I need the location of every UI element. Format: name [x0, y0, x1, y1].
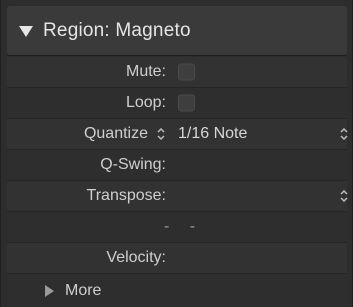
empty-value: - - — [164, 218, 204, 235]
triangle-down-icon[interactable] — [19, 25, 33, 37]
region-inspector: Region: Magneto Mute: Loop: Quantize 1/1… — [0, 0, 353, 307]
mute-row: Mute: — [7, 57, 347, 88]
more-row[interactable]: More — [7, 274, 347, 307]
transpose-popup-icon[interactable] — [339, 188, 349, 204]
loop-label: Loop: — [125, 94, 166, 111]
triangle-right-icon[interactable] — [45, 284, 54, 297]
velocity-label: Velocity: — [106, 249, 166, 266]
loop-row: Loop: — [7, 88, 347, 119]
transpose-label: Transpose: — [86, 187, 166, 204]
blank-row: - - — [7, 212, 347, 243]
mute-label: Mute: — [125, 63, 166, 80]
more-label[interactable]: More — [65, 282, 101, 300]
transpose-row[interactable]: Transpose: — [7, 181, 349, 212]
region-title: Region: Magneto — [43, 19, 191, 41]
quantize-value[interactable]: 1/16 Note — [178, 125, 247, 143]
quantize-label: Quantize — [83, 125, 148, 142]
loop-checkbox[interactable] — [178, 94, 195, 112]
quantize-popup-icon[interactable] — [339, 126, 349, 142]
qswing-row[interactable]: Q-Swing: — [7, 150, 347, 181]
mute-checkbox[interactable] — [178, 63, 195, 81]
qswing-label: Q-Swing: — [100, 156, 166, 173]
velocity-row[interactable]: Velocity: — [7, 243, 347, 274]
region-header[interactable]: Region: Magneto — [7, 6, 347, 56]
quantize-stepper-icon[interactable] — [156, 126, 166, 142]
quantize-row[interactable]: Quantize 1/16 Note — [7, 119, 349, 150]
